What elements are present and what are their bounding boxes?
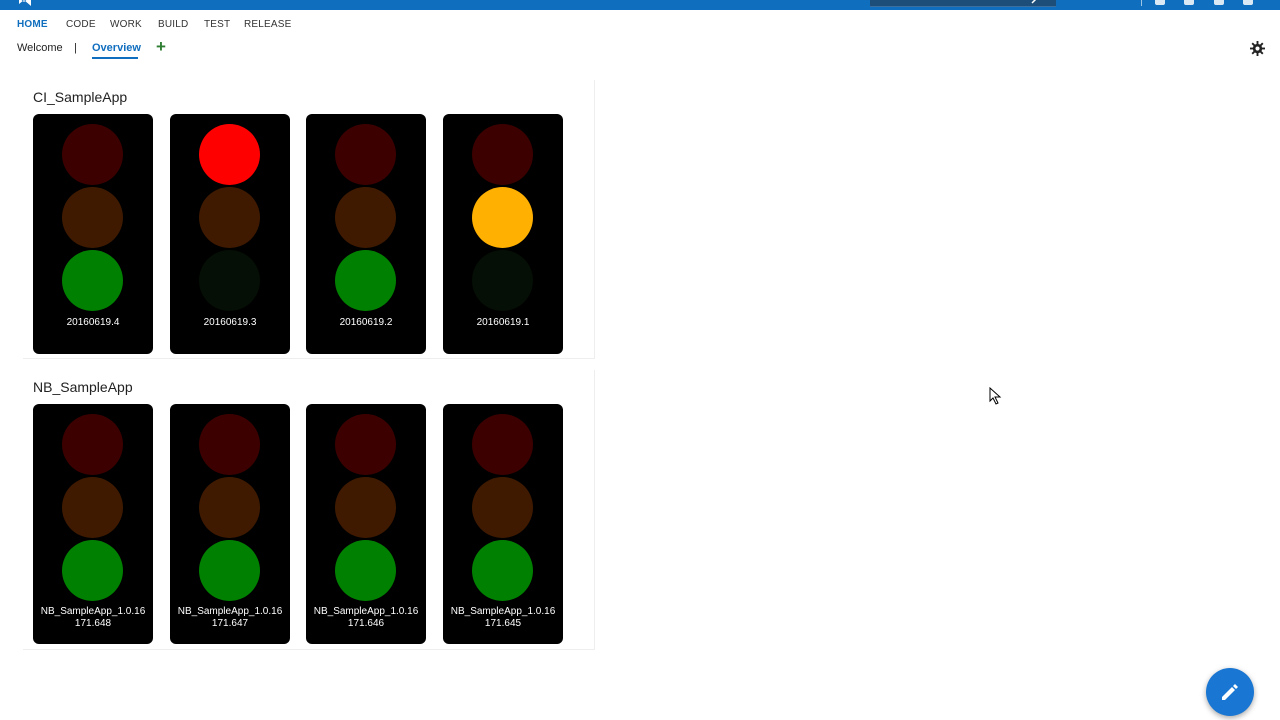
build-number: NB_SampleApp_1.0.16 171.648	[40, 606, 146, 629]
widget-group-ci: CI_SampleApp 20160619.4 20160619.3 20160…	[23, 80, 595, 359]
hub-tab-release[interactable]: RELEASE	[244, 19, 292, 30]
tab-overview-underline	[92, 57, 138, 59]
vsts-logo-icon[interactable]	[18, 0, 32, 6]
amber-lamp	[335, 187, 396, 248]
traffic-light-widget[interactable]: 20160619.1	[443, 114, 563, 354]
green-lamp	[472, 250, 533, 311]
red-lamp	[335, 124, 396, 185]
build-number: 20160619.1	[476, 317, 530, 328]
red-lamp	[62, 124, 123, 185]
tab-overview[interactable]: Overview	[92, 42, 141, 54]
profile-icon[interactable]	[1243, 0, 1253, 5]
build-number: NB_SampleApp_1.0.16 171.646	[313, 606, 419, 629]
hub-tab-work[interactable]: WORK	[110, 19, 142, 30]
settings-icon[interactable]	[1184, 0, 1194, 5]
hub-tab-build[interactable]: BUILD	[158, 19, 188, 30]
toolbar-divider	[1141, 0, 1142, 6]
traffic-light-widget[interactable]: NB_SampleApp_1.0.16 171.646	[306, 404, 426, 644]
amber-lamp	[199, 477, 260, 538]
search-icon[interactable]	[1030, 0, 1040, 4]
traffic-light-widget[interactable]: NB_SampleApp_1.0.16 171.645	[443, 404, 563, 644]
amber-lamp	[472, 477, 533, 538]
plus-icon[interactable]: +	[156, 38, 166, 55]
red-lamp	[199, 414, 260, 475]
amber-lamp	[472, 187, 533, 248]
green-lamp	[62, 540, 123, 601]
traffic-light-widget[interactable]: 20160619.4	[33, 114, 153, 354]
tab-welcome[interactable]: Welcome	[17, 42, 63, 54]
green-lamp	[335, 250, 396, 311]
red-lamp	[472, 124, 533, 185]
pencil-icon	[1222, 684, 1238, 700]
traffic-light-widget[interactable]: NB_SampleApp_1.0.16 171.647	[170, 404, 290, 644]
build-number: NB_SampleApp_1.0.16 171.647	[177, 606, 283, 629]
traffic-light-widget[interactable]: 20160619.2	[306, 114, 426, 354]
help-icon[interactable]	[1214, 0, 1224, 5]
green-lamp	[472, 540, 533, 601]
amber-lamp	[62, 477, 123, 538]
traffic-light-widget[interactable]: 20160619.3	[170, 114, 290, 354]
top-bar	[0, 0, 1280, 10]
gear-icon[interactable]	[1250, 41, 1265, 56]
red-lamp	[62, 414, 123, 475]
hub-tab-test[interactable]: TEST	[204, 19, 230, 30]
hub-tab-code[interactable]: CODE	[66, 19, 96, 30]
group-title: NB_SampleApp	[33, 379, 133, 395]
green-lamp	[62, 250, 123, 311]
build-number: NB_SampleApp_1.0.16 171.645	[450, 606, 556, 629]
red-lamp	[472, 414, 533, 475]
search-input[interactable]	[870, 0, 1056, 7]
build-number: 20160619.4	[66, 317, 120, 328]
hub-tab-home[interactable]: HOME	[17, 19, 48, 30]
mouse-pointer-icon	[989, 387, 1002, 405]
green-lamp	[335, 540, 396, 601]
build-number: 20160619.2	[339, 317, 393, 328]
group-title: CI_SampleApp	[33, 89, 128, 105]
green-lamp	[199, 540, 260, 601]
tab-separator: |	[74, 42, 77, 54]
green-lamp	[199, 250, 260, 311]
edit-dashboard-button[interactable]	[1206, 668, 1254, 716]
red-lamp	[335, 414, 396, 475]
traffic-light-widget[interactable]: NB_SampleApp_1.0.16 171.648	[33, 404, 153, 644]
amber-lamp	[335, 477, 396, 538]
build-number: 20160619.3	[203, 317, 257, 328]
amber-lamp	[199, 187, 260, 248]
red-lamp	[199, 124, 260, 185]
notifications-icon[interactable]	[1155, 0, 1165, 5]
amber-lamp	[62, 187, 123, 248]
widget-group-nb: NB_SampleApp NB_SampleApp_1.0.16 171.648…	[23, 370, 595, 650]
